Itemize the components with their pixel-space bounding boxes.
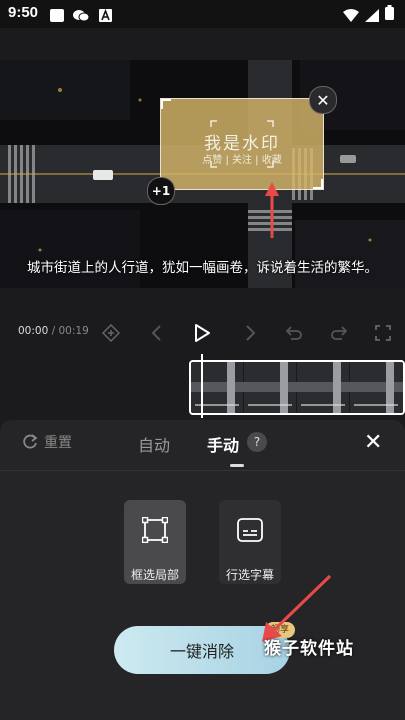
reset-button[interactable]: 重置 [22,432,72,452]
timeline-clip[interactable] [189,360,405,415]
watermark-subtitle: 点赞 | 关注 | 收藏 [202,155,282,166]
active-tab-indicator [230,464,244,467]
total-time: 00:19 [58,325,89,337]
undo-icon [285,326,302,340]
subtitle-icon [237,518,263,542]
red-arrow-annotation [265,182,279,238]
site-watermark: 猴子软件站 [264,639,354,659]
redo-button[interactable] [328,322,350,344]
close-panel-button[interactable]: ✕ [364,430,382,455]
box-select-label: 框选局部 [130,568,179,582]
status-time: 9:50 [8,4,39,21]
prev-frame-button[interactable] [145,322,167,344]
play-button[interactable] [191,322,213,344]
keyframe-button[interactable] [100,322,122,344]
close-icon: ✕ [364,430,383,455]
chevron-right-icon [246,325,256,341]
keyframe-icon [102,324,120,342]
tab-manual[interactable]: 手动 [207,432,239,456]
add-selection-badge[interactable]: +1 [147,177,175,205]
tab-auto[interactable]: 自动 [138,432,170,456]
close-selection-button[interactable]: ✕ [309,86,337,114]
selection-box[interactable]: 我是水印 点赞 | 关注 | 收藏 [160,98,324,190]
next-frame-button[interactable] [240,322,262,344]
video-caption: 城市街道上的人行道，犹如一幅画卷，诉说着生活的繁华。 [27,260,378,276]
box-select-region-tool[interactable]: 框选局部 [124,500,186,584]
chevron-left-icon [151,325,161,341]
timeline-thumbnails [191,362,403,413]
wifi-icon [343,7,359,22]
erase-panel [0,420,405,720]
time-separator: / [48,325,59,337]
undo-button[interactable] [283,322,305,344]
line-select-subtitle-tool[interactable]: 行选字幕 [219,500,281,584]
playhead[interactable] [201,354,203,418]
box-select-icon [142,517,168,543]
fullscreen-button[interactable] [372,322,394,344]
redo-icon [331,326,348,340]
reset-icon [23,434,38,449]
app-notification-icon [99,7,113,22]
wechat-icon [73,7,90,22]
play-icon [195,324,210,342]
help-icon[interactable]: ? [247,432,267,452]
current-time: 00:00 [18,325,49,337]
close-icon: ✕ [316,90,330,110]
fullscreen-icon [375,325,391,341]
timecode: 00:00 / 00:19 [18,325,89,337]
panel-divider [0,470,405,471]
battery-icon [385,5,394,20]
reset-label: 重置 [44,435,72,451]
signal-icon [365,7,379,22]
notification-icon [50,7,64,22]
